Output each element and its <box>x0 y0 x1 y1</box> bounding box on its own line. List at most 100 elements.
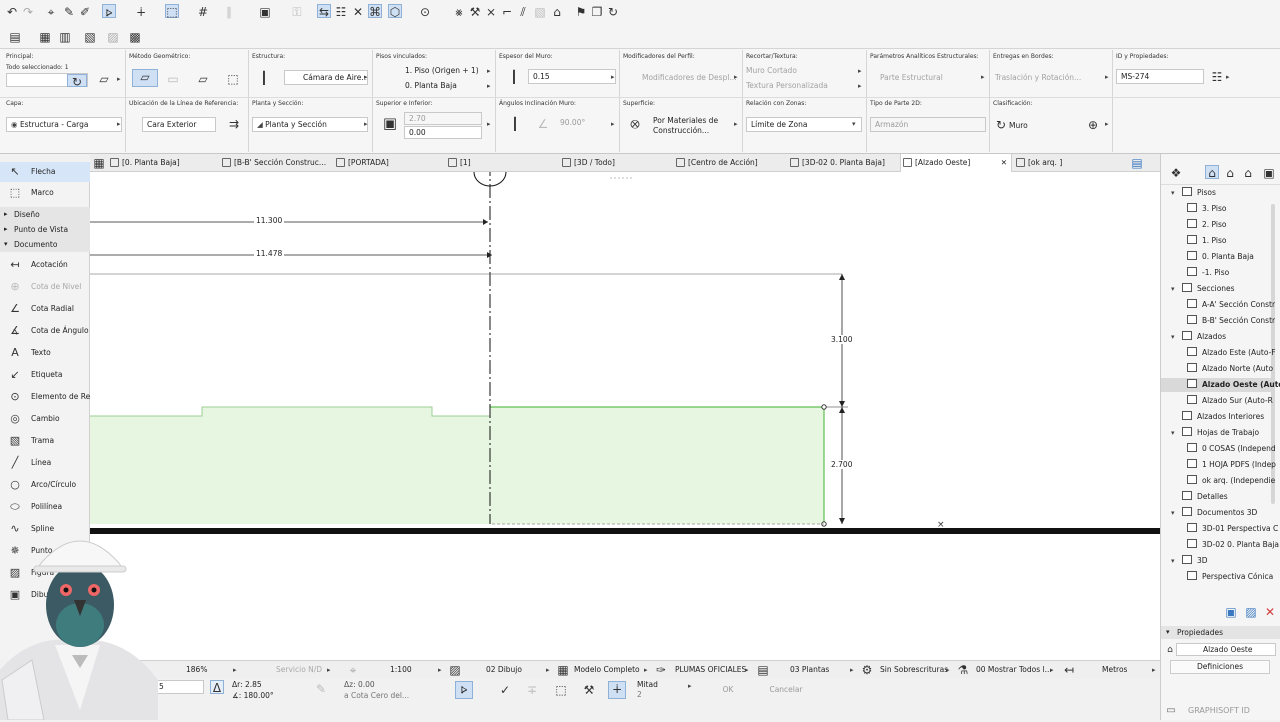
home-icon[interactable]: ⌂ <box>550 5 564 19</box>
tab-list-icon[interactable]: ▤ <box>1130 156 1144 170</box>
tab-portada[interactable]: [PORTADA] <box>334 154 434 172</box>
schedule-icon[interactable]: ☷ <box>334 5 348 19</box>
properties-icon[interactable]: ☷ <box>1210 70 1224 84</box>
tool-etiqueta[interactable]: ↙ Etiqueta <box>0 365 90 385</box>
edge-connections[interactable]: Traslación y Rotación... <box>995 73 1081 82</box>
coordinate-field[interactable]: 5 <box>154 680 204 694</box>
drawing-canvas[interactable]: × 11.300 11.478 3.100 2.700 <box>90 172 1160 660</box>
tab-seccion-bb[interactable]: [B-B' Sección Construc... <box>220 154 330 172</box>
tool-trama[interactable]: ▧ Trama <box>0 431 90 451</box>
nav-alzado-este[interactable]: Alzado Este (Auto-F <box>1187 346 1276 360</box>
renovation-icon[interactable]: ⇆ <box>317 4 331 19</box>
eyedropper-icon[interactable]: ✎ <box>62 5 76 19</box>
tab-3d-02[interactable]: [3D-02 0. Planta Baja] <box>788 154 898 172</box>
ok-button[interactable]: OK <box>700 682 756 698</box>
snap-mode-label[interactable]: Mitad <box>637 680 658 689</box>
layer-select[interactable]: ◉ Estructura - Carga <box>6 117 122 132</box>
scale-value[interactable]: 1:100 <box>390 661 412 679</box>
pencil-icon[interactable]: ✎ <box>314 682 328 696</box>
zoom-value[interactable]: 186% <box>186 661 207 679</box>
suspend-groups-icon[interactable]: ⌘ <box>368 4 382 19</box>
layers-dialog-icon[interactable]: ▩ <box>128 30 142 44</box>
trim-icon[interactable]: ✕ <box>351 5 365 19</box>
tool-linea[interactable]: ╱ Línea <box>0 453 90 473</box>
nav-planta-baja[interactable]: 0. Planta Baja <box>1187 250 1254 264</box>
tool-marco[interactable]: ⬚ Marco <box>0 183 90 203</box>
structural-part[interactable]: Parte Estructural <box>880 73 943 82</box>
top-height-field[interactable]: 2.70 <box>404 112 482 125</box>
nav-perspectiva-conica[interactable]: Perspectiva Cónica <box>1187 570 1273 584</box>
undo-icon[interactable]: ↶ <box>5 5 19 19</box>
guide-icon[interactable]: ⦠ <box>455 681 473 699</box>
tool-cota-nivel[interactable]: ⊕ Cota de Nivel <box>0 277 90 297</box>
nav-detalles[interactable]: Detalles <box>1182 490 1228 504</box>
group-punto-vista[interactable]: Punto de Vista <box>0 222 90 237</box>
measure-icon[interactable]: ⚒ <box>582 683 596 697</box>
nav-menos-1-piso[interactable]: -1. Piso <box>1187 266 1229 280</box>
units-value[interactable]: Metros <box>1102 661 1127 679</box>
basic-structure-icon[interactable]: ┃ <box>257 71 271 85</box>
drawing-layer-value[interactable]: 02 Dibujo <box>486 661 522 679</box>
find-select-icon[interactable]: ⌖ <box>44 5 58 19</box>
nav-3d[interactable]: ▾ 3D <box>1171 554 1208 568</box>
tab-ok-arq[interactable]: [ok arq. ] <box>1014 154 1104 172</box>
surface-paint-icon[interactable]: ⭙ <box>628 117 642 131</box>
tab-1[interactable]: [1] <box>446 154 546 172</box>
nav-alzado-norte[interactable]: Alzado Norte (Auto <box>1187 362 1273 376</box>
mirror-icon[interactable]: ∥ <box>222 5 236 19</box>
nav-secciones[interactable]: ▾ Secciones <box>1171 282 1235 296</box>
classification-value[interactable]: Muro <box>1009 121 1028 130</box>
redo-icon[interactable]: ↷ <box>21 5 35 19</box>
surface-value-1[interactable]: Por Materiales de <box>653 116 718 125</box>
pen-set-value[interactable]: PLUMAS OFICIALES <box>675 661 746 679</box>
nav-seccion-aa[interactable]: A-A' Sección Constr <box>1187 298 1275 312</box>
tab-alzado-oeste[interactable]: [Alzado Oeste] ✕ <box>900 154 1012 172</box>
nav-alzado-oeste[interactable]: Alzado Oeste (Auto <box>1161 378 1280 392</box>
settings-dialog-icon[interactable]: ▱ <box>94 72 114 86</box>
top-story[interactable]: 1. Piso (Origen + 1) <box>405 66 479 75</box>
grid-snap-icon[interactable]: # <box>196 5 210 19</box>
straight-wall-icon[interactable]: ▱ <box>132 69 158 87</box>
tool-acotacion[interactable]: ↤ Acotación <box>0 255 90 275</box>
cancel-button[interactable]: Cancelar <box>756 682 816 698</box>
nav-2-piso[interactable]: 2. Piso <box>1187 218 1226 232</box>
snap-point-icon[interactable]: ⬚ <box>554 683 568 697</box>
bottom-story[interactable]: 0. Planta Baja <box>405 81 457 90</box>
thickness-field[interactable]: 0.15 <box>528 69 616 84</box>
group-diseno[interactable]: Diseño <box>0 207 90 222</box>
snap-guides-icon[interactable]: ∔ <box>134 5 148 19</box>
project-map-icon[interactable]: ▥ <box>58 30 72 44</box>
nav-3d-01[interactable]: 3D-01 Perspectiva C <box>1187 522 1278 536</box>
reference-line-select[interactable]: Cara Exterior <box>142 117 216 132</box>
organizer-icon[interactable]: ▨ <box>106 30 120 44</box>
delete-view-icon[interactable]: ✕ <box>1263 605 1277 619</box>
tab-centro-accion[interactable]: [Centro de Acción] <box>674 154 774 172</box>
filter-icon[interactable]: ⊙ <box>418 5 432 19</box>
rectangle-wall-icon[interactable]: ⬚ <box>226 72 240 86</box>
guide-lines-icon[interactable]: ⦠ <box>102 4 116 19</box>
nav-documentos-3d[interactable]: ▾ Documentos 3D <box>1171 506 1257 520</box>
layout-book-tab-icon[interactable]: ⌂ <box>1223 166 1237 180</box>
delta-icon[interactable]: Δ <box>210 680 224 695</box>
nav-ok-arq[interactable]: ok arq. (Independie <box>1187 474 1275 488</box>
fillet-icon[interactable]: ⌐ <box>500 5 514 19</box>
nav-1-piso[interactable]: 1. Piso <box>1187 234 1226 248</box>
composite-select[interactable]: Cámara de Aire... <box>284 70 368 85</box>
tool-polilinea[interactable]: ⬭ Polilínea <box>0 497 90 517</box>
nav-1-hoja-pdfs[interactable]: 1 HOJA PDFS (Indep <box>1187 458 1276 472</box>
structure-type-icon[interactable]: ⊕ <box>1086 118 1100 132</box>
sync-icon[interactable]: ↻ <box>606 5 620 19</box>
view-map-tab-icon[interactable]: ⌂ <box>1205 165 1219 180</box>
offset-icon[interactable]: ⫽ <box>516 5 530 19</box>
new-view-icon[interactable]: ▣ <box>1224 605 1238 619</box>
explode-icon[interactable]: ▧ <box>533 5 547 19</box>
layer-combo-value[interactable]: 03 Plantas <box>790 661 829 679</box>
flip-reference-icon[interactable]: ⇉ <box>224 117 244 131</box>
nav-0-cosas[interactable]: 0 COSAS (Independ <box>1187 442 1276 456</box>
zone-relation-select[interactable]: Límite de Zona <box>746 117 862 132</box>
part-type-select[interactable]: Armazón <box>870 117 986 132</box>
snap-mode-number[interactable]: 2 <box>637 690 642 699</box>
vertical-wall-icon[interactable]: ┃ <box>505 117 525 131</box>
lock-icon[interactable]: ⚿ <box>290 5 304 19</box>
special-snap-icon[interactable]: ∓ <box>525 683 539 697</box>
